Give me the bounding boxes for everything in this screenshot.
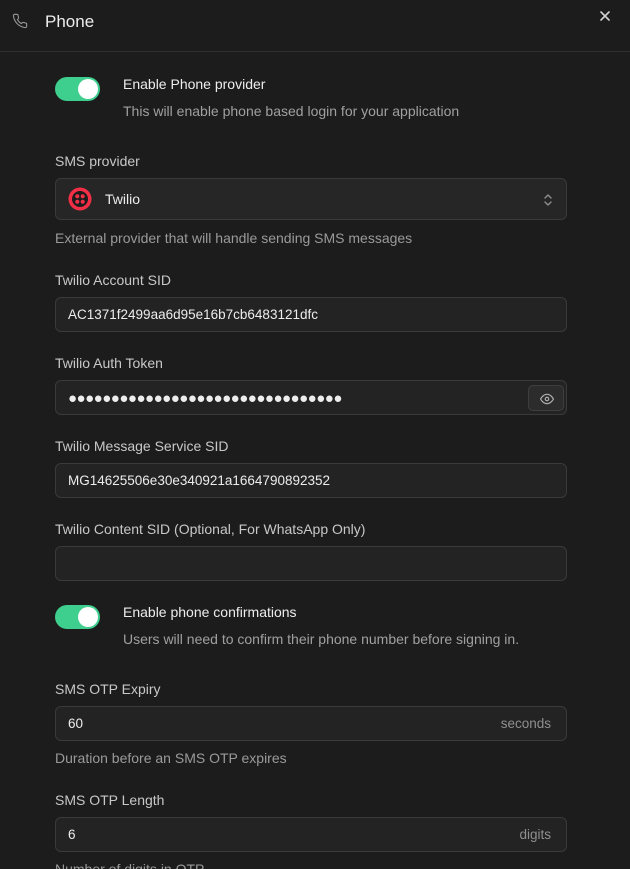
otp-length-helper: Number of digits in OTP [55, 861, 205, 869]
message-service-sid-input[interactable]: MG14625506e30e340921a1664790892352 [55, 463, 567, 498]
message-service-sid-value: MG14625506e30e340921a1664790892352 [68, 473, 331, 488]
reveal-token-button[interactable] [528, 385, 564, 411]
auth-token-masked-value: ●●●●●●●●●●●●●●●●●●●●●●●●●●●●●●●● [68, 390, 342, 407]
auth-token-input[interactable]: ●●●●●●●●●●●●●●●●●●●●●●●●●●●●●●●● [55, 380, 567, 415]
toggle-knob [78, 607, 98, 627]
chevron-up-down-icon [544, 194, 552, 206]
enable-phone-provider-label: Enable Phone provider [123, 76, 266, 92]
phone-confirmations-label: Enable phone confirmations [123, 604, 297, 620]
message-service-sid-label: Twilio Message Service SID [55, 438, 229, 454]
otp-length-input[interactable]: 6 digits [55, 817, 567, 852]
phone-confirmations-toggle[interactable] [55, 605, 100, 629]
enable-phone-provider-description: This will enable phone based login for y… [123, 103, 460, 119]
sms-provider-select[interactable]: Twilio [55, 178, 567, 220]
content-sid-label: Twilio Content SID (Optional, For WhatsA… [55, 521, 366, 537]
content-sid-input[interactable] [55, 546, 567, 581]
account-sid-input[interactable]: AC1371f2499aa6d95e16b7cb6483121dfc [55, 297, 567, 332]
otp-expiry-value: 60 [68, 716, 84, 731]
sms-provider-label: SMS provider [55, 153, 140, 169]
otp-length-suffix: digits [519, 827, 551, 842]
enable-phone-provider-toggle[interactable] [55, 77, 100, 101]
panel-header: Phone [0, 0, 630, 52]
close-icon[interactable] [597, 8, 613, 24]
otp-expiry-suffix: seconds [500, 716, 551, 731]
eye-icon [540, 393, 554, 405]
sms-provider-helper: External provider that will handle sendi… [55, 230, 413, 246]
toggle-knob [78, 79, 98, 99]
panel-title: Phone [45, 12, 95, 31]
auth-token-label: Twilio Auth Token [55, 355, 163, 371]
account-sid-label: Twilio Account SID [55, 272, 171, 288]
otp-expiry-helper: Duration before an SMS OTP expires [55, 750, 287, 766]
otp-expiry-input[interactable]: 60 seconds [55, 706, 567, 741]
twilio-logo-icon [68, 187, 92, 211]
phone-confirmations-description: Users will need to confirm their phone n… [123, 631, 520, 647]
phone-icon [12, 13, 28, 29]
otp-length-value: 6 [68, 827, 76, 842]
sms-provider-value: Twilio [105, 191, 141, 207]
otp-length-label: SMS OTP Length [55, 792, 165, 808]
otp-expiry-label: SMS OTP Expiry [55, 681, 161, 697]
account-sid-value: AC1371f2499aa6d95e16b7cb6483121dfc [68, 307, 318, 322]
